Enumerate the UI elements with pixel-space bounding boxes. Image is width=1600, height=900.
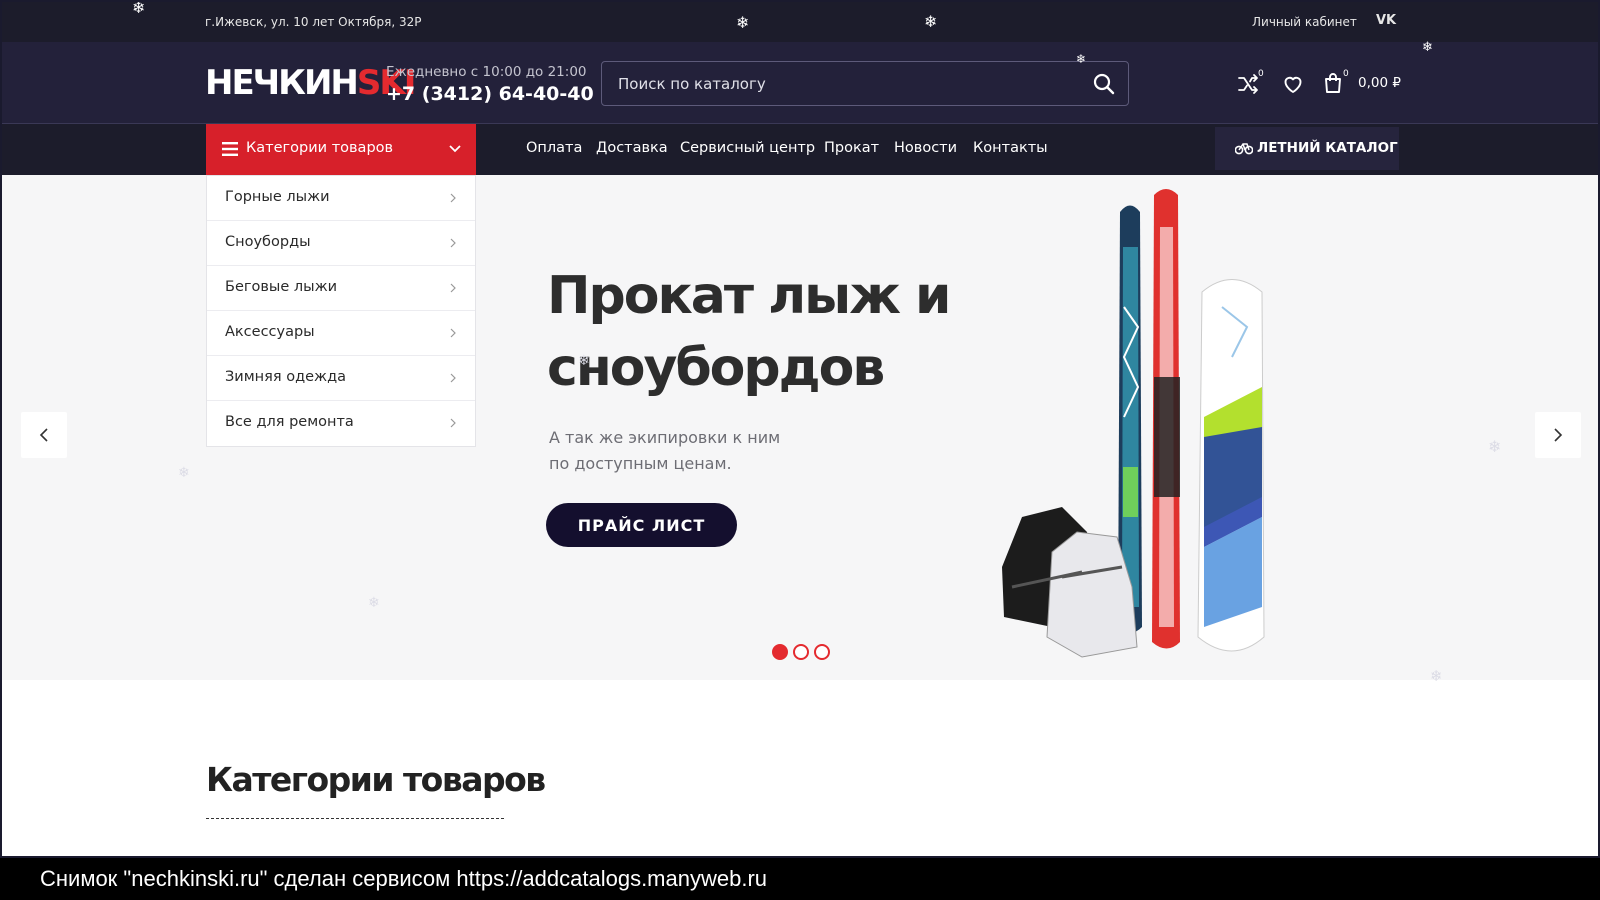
sidebar-item-accessories[interactable]: Аксессуары bbox=[207, 311, 475, 356]
nav-item-payment[interactable]: Оплата bbox=[526, 140, 582, 156]
sidebar-item-label: Все для ремонта bbox=[225, 414, 354, 430]
compare-icon[interactable] bbox=[1236, 72, 1260, 96]
search-box bbox=[601, 61, 1129, 106]
sidebar-item-alpine-skis[interactable]: Горные лыжи bbox=[207, 176, 475, 221]
sidebar-item-repair[interactable]: Все для ремонта bbox=[207, 401, 475, 446]
header: НЕЧКИНSKI Ежедневно с 10:00 до 21:00 +7 … bbox=[2, 40, 1598, 124]
compare-count: 0 bbox=[1258, 69, 1264, 79]
price-list-button[interactable]: ПРАЙС ЛИСТ bbox=[546, 503, 737, 547]
slider-next-button[interactable] bbox=[1535, 412, 1581, 458]
nav-item-news[interactable]: Новости bbox=[894, 140, 957, 156]
nav-item-delivery[interactable]: Доставка bbox=[596, 140, 668, 156]
search-input[interactable] bbox=[602, 62, 1072, 105]
chevron-right-icon bbox=[450, 328, 456, 338]
snowflake-icon: ❄ bbox=[132, 0, 146, 17]
categories-button[interactable]: Категории товаров bbox=[206, 124, 476, 175]
logo-main: НЕЧКИН bbox=[205, 63, 359, 103]
nav-item-rental[interactable]: Прокат bbox=[824, 140, 879, 156]
store-address: г.Ижевск, ул. 10 лет Октября, 32Р bbox=[205, 15, 422, 29]
sidebar-item-label: Беговые лыжи bbox=[225, 279, 338, 295]
snowboard bbox=[1197, 279, 1265, 652]
nav-item-service[interactable]: Сервисный центр bbox=[680, 140, 815, 156]
snowflake-icon: ❄ bbox=[178, 465, 190, 481]
summer-catalog-label: ЛЕТНИЙ КАТАЛОГ bbox=[1257, 140, 1398, 156]
slider-dot-3[interactable] bbox=[814, 644, 830, 660]
sidebar-item-label: Аксессуары bbox=[225, 324, 315, 340]
chevron-down-icon bbox=[449, 145, 461, 153]
caption-text: Снимок "nechkinski.ru" сделан сервисом h… bbox=[40, 866, 768, 891]
menu-icon bbox=[222, 142, 238, 156]
sidebar-item-label: Сноуборды bbox=[225, 234, 311, 250]
top-bar: г.Ижевск, ул. 10 лет Октября, 32Р Личный… bbox=[2, 0, 1598, 42]
snowflake-icon: ❄ bbox=[578, 353, 590, 369]
snowflake-icon: ❄ bbox=[1430, 667, 1443, 685]
category-sidebar: Горные лыжи Сноуборды Беговые лыжи Аксес… bbox=[206, 175, 476, 447]
slider-dot-2[interactable] bbox=[793, 644, 809, 660]
site-logo[interactable]: НЕЧКИНSKI bbox=[205, 63, 416, 103]
sidebar-item-winter-clothing[interactable]: Зимняя одежда bbox=[207, 356, 475, 401]
cart-icon[interactable] bbox=[1321, 71, 1345, 95]
main-nav: Категории товаров Оплата Доставка Сервис… bbox=[2, 124, 1598, 175]
sidebar-item-label: Зимняя одежда bbox=[225, 369, 346, 385]
section-divider bbox=[206, 818, 504, 819]
ski-boots bbox=[1002, 507, 1138, 658]
hero-title: Прокат лыж и сноубордов bbox=[547, 266, 952, 398]
cart-count: 0 bbox=[1343, 69, 1349, 79]
chevron-right-icon bbox=[1554, 428, 1563, 442]
account-link[interactable]: Личный кабинет bbox=[1252, 15, 1357, 29]
chevron-right-icon bbox=[450, 373, 456, 383]
chevron-left-icon bbox=[39, 428, 48, 442]
nav-item-contacts[interactable]: Контакты bbox=[973, 140, 1048, 156]
hero-slider: Горные лыжи Сноуборды Беговые лыжи Аксес… bbox=[2, 175, 1598, 680]
section-title: Категории товаров bbox=[206, 760, 546, 799]
snowflake-icon: ❄ bbox=[736, 13, 750, 32]
chevron-right-icon bbox=[450, 418, 456, 428]
snowflake-icon: ❄ bbox=[924, 12, 938, 31]
page-frame: г.Ижевск, ул. 10 лет Октября, 32Р Личный… bbox=[0, 0, 1600, 858]
snowflake-icon: ❄ bbox=[1076, 52, 1087, 66]
snowflake-icon: ❄ bbox=[1422, 40, 1433, 55]
heart-icon[interactable] bbox=[1281, 72, 1305, 96]
slider-dot-1[interactable] bbox=[772, 644, 788, 660]
ski-gear-image bbox=[1002, 189, 1265, 658]
cart-total[interactable]: 0,00 ₽ bbox=[1358, 75, 1401, 91]
chevron-right-icon bbox=[450, 283, 456, 293]
snowflake-icon: ❄ bbox=[368, 595, 380, 611]
ski-right bbox=[1152, 189, 1180, 649]
screenshot-caption: Снимок "nechkinski.ru" сделан сервисом h… bbox=[0, 858, 1600, 900]
summer-catalog-button[interactable]: ЛЕТНИЙ КАТАЛОГ bbox=[1215, 127, 1399, 170]
sidebar-item-cross-country-skis[interactable]: Беговые лыжи bbox=[207, 266, 475, 311]
chevron-right-icon bbox=[450, 193, 456, 203]
bicycle-icon bbox=[1235, 143, 1253, 155]
work-hours: Ежедневно с 10:00 до 21:00 bbox=[386, 64, 587, 80]
hero-subtitle: А так же экипировки к ним по доступным ц… bbox=[549, 428, 781, 473]
sidebar-item-snowboards[interactable]: Сноуборды bbox=[207, 221, 475, 266]
categories-label: Категории товаров bbox=[246, 140, 394, 156]
phone-number[interactable]: +7 (3412) 64-40-40 bbox=[386, 83, 594, 105]
snowflake-icon: ❄ bbox=[1488, 437, 1502, 456]
sidebar-item-label: Горные лыжи bbox=[225, 189, 330, 205]
slider-prev-button[interactable] bbox=[21, 412, 67, 458]
search-icon[interactable] bbox=[1092, 72, 1116, 96]
vk-icon[interactable]: VK bbox=[1376, 13, 1396, 28]
chevron-right-icon bbox=[450, 238, 456, 248]
